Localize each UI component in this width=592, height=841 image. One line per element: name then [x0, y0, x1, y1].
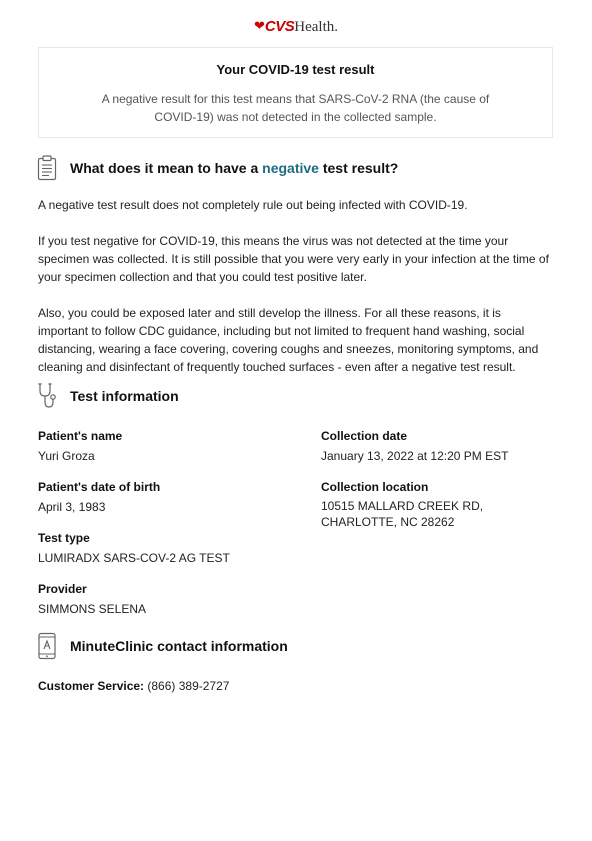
heart-icon: ❤ — [254, 18, 265, 33]
result-summary-box: Your COVID-19 test result A negative res… — [38, 47, 553, 138]
meaning-section-header: What does it mean to have a negative tes… — [36, 154, 398, 182]
meaning-heading-pre: What does it mean to have a — [70, 160, 263, 176]
meaning-paragraph-2: If you test negative for COVID-19, this … — [38, 234, 549, 284]
meaning-paragraph-3: Also, you could be exposed later and sti… — [38, 306, 539, 374]
customer-service-phone[interactable]: (866) 389-2727 — [147, 679, 229, 693]
provider-label: Provider — [38, 582, 87, 596]
test-type-value: LUMIRADX SARS-COV-2 AG TEST — [38, 551, 230, 565]
test-info-heading: Test information — [70, 388, 179, 404]
clipboard-icon — [36, 154, 58, 182]
result-description: A negative result for this test means th… — [101, 92, 490, 124]
meaning-paragraph-1: A negative test result does not complete… — [38, 198, 468, 212]
customer-service-label: Customer Service: — [38, 679, 145, 693]
test-info-section-header: Test information — [36, 382, 179, 410]
contact-section-header: MinuteClinic contact information — [36, 632, 288, 660]
provider-value: SIMMONS SELENA — [38, 602, 147, 616]
stethoscope-icon — [36, 382, 58, 410]
collection-date-value: January 13, 2022 at 12:20 PM EST — [321, 449, 509, 463]
logo-cvs: CVS — [264, 18, 295, 35]
logo-health: Health. — [294, 19, 338, 35]
dob-label: Patient's date of birth — [38, 480, 161, 494]
result-title: Your COVID-19 test result — [216, 62, 375, 77]
cvs-health-logo: ❤CVSHealth. — [0, 16, 592, 37]
collection-date-label: Collection date — [321, 429, 408, 443]
negative-highlight: negative — [262, 160, 319, 176]
dob-value: April 3, 1983 — [38, 500, 106, 514]
customer-service-line: Customer Service: (866) 389-2727 — [38, 678, 229, 694]
test-type-label: Test type — [38, 531, 90, 545]
contact-heading: MinuteClinic contact information — [70, 638, 288, 654]
meaning-heading-post: test result? — [318, 160, 399, 176]
meaning-heading: What does it mean to have a negative tes… — [70, 159, 398, 177]
patient-name-label: Patient's name — [38, 429, 123, 443]
phone-icon — [36, 632, 58, 660]
collection-location-line1: 10515 MALLARD CREEK RD, — [321, 499, 484, 513]
collection-location-label: Collection location — [321, 480, 429, 494]
patient-name-value: Yuri Groza — [38, 449, 95, 463]
collection-location-line2: CHARLOTTE, NC 28262 — [321, 515, 455, 529]
